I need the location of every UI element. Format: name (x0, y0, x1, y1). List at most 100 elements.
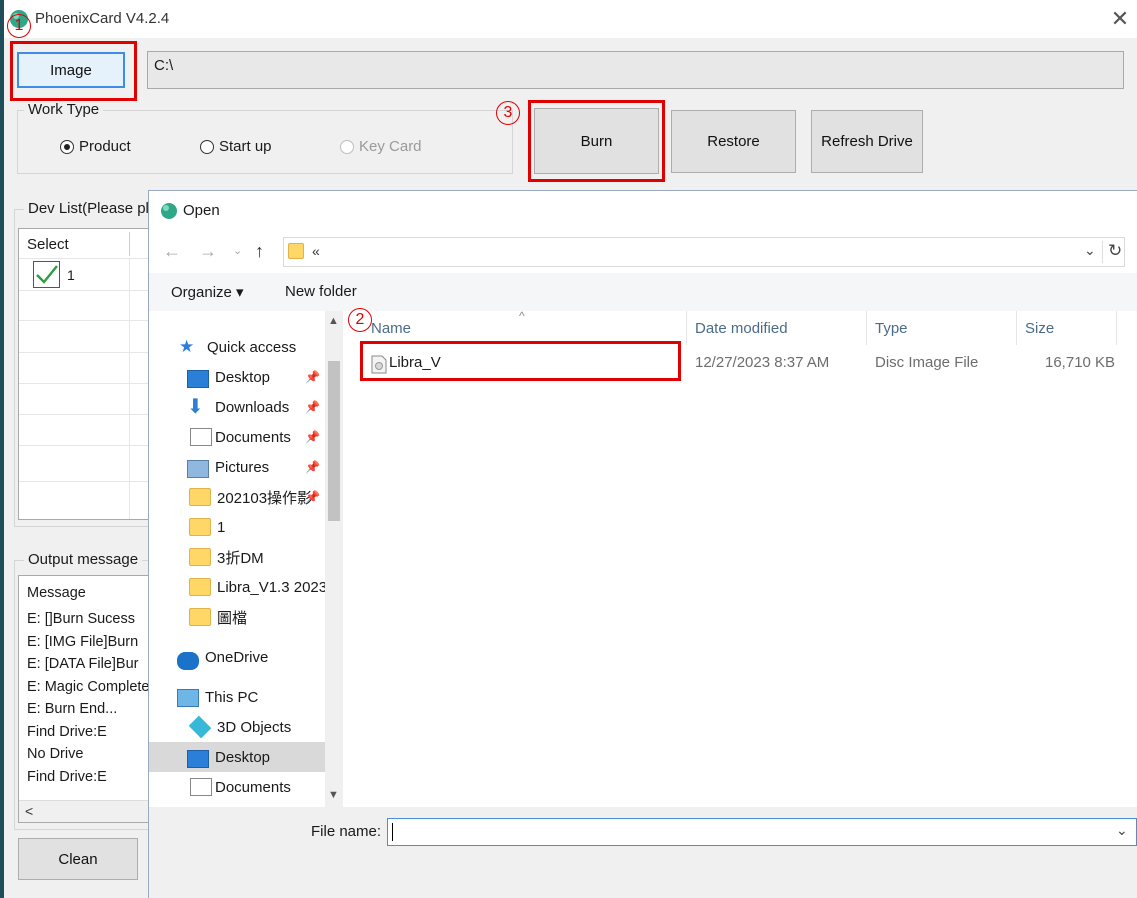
message-line: Find Drive:E (27, 769, 107, 785)
annotation-box-file (360, 341, 681, 381)
folder-icon (189, 518, 211, 536)
pin-icon: 📌 (305, 400, 320, 414)
file-size: 16,710 KB (1045, 354, 1116, 371)
annotation-step-1: 1 (7, 14, 31, 38)
dialog-title: Open (183, 202, 220, 219)
nav-item-this-pc[interactable]: This PC (149, 682, 325, 712)
radio-product[interactable]: Product (60, 138, 131, 155)
nav-item-label: This PC (205, 688, 259, 706)
nav-item-quick-access[interactable]: ★ Quick access (149, 332, 325, 362)
back-arrow-icon[interactable]: ← (163, 231, 181, 271)
pin-icon: 📌 (305, 430, 320, 444)
clean-button[interactable]: Clean (18, 838, 138, 880)
text-caret (392, 823, 393, 841)
star-icon: ★ (179, 337, 195, 356)
column-header-type[interactable]: Type (867, 311, 1017, 345)
refresh-icon[interactable]: ↻ (1108, 241, 1122, 261)
radio-indicator (340, 139, 354, 154)
select-column-header: Select (27, 236, 69, 253)
file-name-input[interactable]: ⌄ (387, 818, 1137, 846)
nav-item-desktop[interactable]: Desktop 📌 (149, 362, 325, 392)
refresh-drive-button[interactable]: Refresh Drive (811, 110, 923, 173)
address-bar[interactable]: « ⌄ ↻ (283, 237, 1125, 267)
nav-item-label: Documents (215, 778, 291, 796)
folder-icon (189, 548, 211, 566)
column-header-date-modified[interactable]: Date modified (687, 311, 867, 345)
nav-item-documents[interactable]: Documents 📌 (149, 422, 325, 452)
nav-item-desktop-selected[interactable]: Desktop (149, 742, 325, 772)
annotation-box-burn (528, 100, 665, 182)
radio-key-card: Key Card (340, 138, 422, 155)
nav-item-label: Downloads (215, 398, 290, 416)
scrollbar-thumb[interactable] (328, 361, 340, 521)
grid-line (19, 290, 149, 291)
forward-arrow-icon[interactable]: → (199, 231, 217, 271)
folder-icon (189, 578, 211, 596)
column-header-size[interactable]: Size (1017, 311, 1117, 345)
download-icon: ⬇ (187, 396, 204, 418)
file-date-modified: 12/27/2023 8:37 AM (695, 354, 830, 371)
checkmark-icon (36, 265, 58, 284)
nav-item-folder[interactable]: 202103操作影 📌 (149, 482, 325, 512)
desktop-icon (187, 370, 209, 388)
new-folder-button[interactable]: New folder (285, 283, 357, 300)
up-arrow-icon[interactable]: ↑ (255, 231, 264, 271)
documents-icon (190, 778, 212, 796)
organize-menu[interactable]: Organize ▾ (171, 283, 244, 301)
image-path-field[interactable]: C:\ (147, 51, 1124, 89)
navigation-scrollbar[interactable]: ▲ ▼ (325, 311, 343, 807)
nav-item-folder[interactable]: Libra_V1.3 20231 (149, 572, 325, 602)
radio-start-up[interactable]: Start up (200, 138, 272, 155)
chevron-down-icon[interactable]: ⌄ (1084, 242, 1096, 259)
nav-item-folder[interactable]: 1 (149, 512, 325, 542)
nav-item-label: Quick access (207, 338, 297, 356)
nav-item-downloads[interactable]: ⬇ Downloads 📌 (149, 392, 325, 422)
annotation-box-image (10, 41, 137, 101)
scroll-down-icon[interactable]: ▼ (328, 789, 339, 801)
file-type: Disc Image File (875, 354, 979, 371)
pictures-icon (187, 460, 209, 478)
nav-item-label: Pictures (215, 458, 270, 476)
message-line: E: Magic Complete (27, 679, 150, 695)
message-line: No Drive (27, 746, 84, 762)
file-list-pane: ^ Name Date modified Type Size Libra_V 1… (343, 309, 1137, 807)
onedrive-icon (177, 652, 199, 670)
nav-item-documents[interactable]: Documents (149, 772, 325, 802)
desktop-icon (187, 750, 209, 768)
message-line: E: Burn End... (27, 701, 118, 717)
chevron-down-icon[interactable]: ⌄ (1116, 822, 1128, 839)
nav-item-pictures[interactable]: Pictures 📌 (149, 452, 325, 482)
folder-icon (189, 608, 211, 626)
close-icon[interactable]: ✕ (1106, 5, 1134, 33)
folder-icon (189, 488, 211, 506)
dev-list-table: Select 1 (18, 228, 150, 520)
output-message-list[interactable]: Message E: []Burn Sucess E: [IMG File]Bu… (18, 575, 150, 823)
nav-item-label: Desktop (215, 368, 271, 386)
nav-item-folder[interactable]: 圖檔 (149, 602, 325, 632)
nav-item-onedrive[interactable]: OneDrive (149, 642, 325, 672)
grid-line (19, 481, 149, 482)
pin-icon: 📌 (305, 460, 320, 474)
message-line: E: [IMG File]Burn (27, 634, 139, 650)
message-header: Message (27, 585, 86, 601)
device-id: 1 (67, 267, 75, 283)
nav-item-3d-objects[interactable]: 3D Objects (149, 712, 325, 742)
output-message-label: Output message (24, 551, 143, 568)
nav-item-label: Desktop (215, 748, 271, 766)
recent-dropdown-icon[interactable]: ⌄ (233, 231, 242, 271)
nav-item-folder[interactable]: 3折DM (149, 542, 325, 572)
grid-line (19, 352, 149, 353)
horizontal-scrollbar[interactable]: < (19, 800, 149, 822)
scroll-up-icon[interactable]: ▲ (328, 315, 339, 327)
column-header-name[interactable]: Name (363, 311, 687, 345)
separator (1102, 241, 1103, 263)
work-type-label: Work Type (24, 101, 104, 118)
radio-label: Start up (219, 138, 272, 155)
device-checkbox[interactable] (33, 261, 60, 288)
restore-button[interactable]: Restore (671, 110, 796, 173)
open-dialog: Open ← → ⌄ ↑ « ⌄ ↻ Organize ▾ New folder… (148, 190, 1137, 898)
scroll-left-icon[interactable]: < (25, 803, 33, 819)
nav-item-label: 圖檔 (217, 609, 248, 627)
address-text: « (312, 243, 320, 259)
grid-line (19, 383, 149, 384)
